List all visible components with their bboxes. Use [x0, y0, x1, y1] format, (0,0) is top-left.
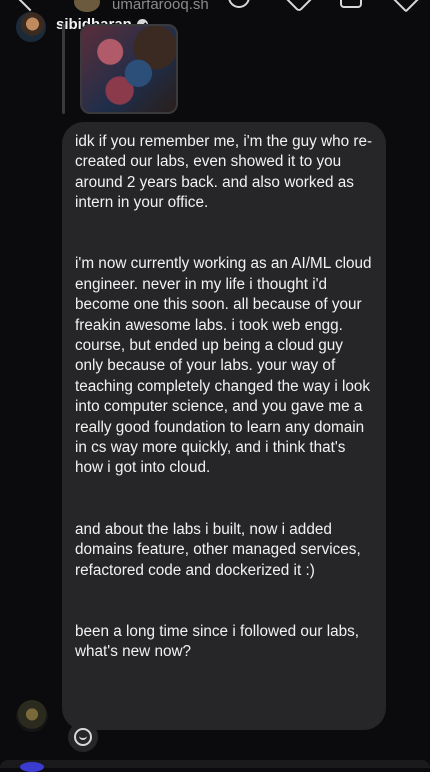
avatar[interactable] [16, 12, 46, 42]
message-paragraph: idk if you remember me, i'm the guy who … [75, 133, 373, 212]
call-icon[interactable] [228, 0, 250, 8]
info-icon[interactable] [340, 0, 362, 8]
message-paragraph: i'm now currently working as an AI/ML cl… [75, 255, 376, 477]
back-icon[interactable] [18, 0, 42, 12]
message-paragraph: been a long time since i followed our la… [75, 622, 364, 661]
message-composer[interactable] [0, 760, 430, 768]
message-bubble[interactable]: idk if you remember me, i'm the guy who … [62, 122, 386, 730]
reply-indicator [62, 24, 65, 114]
camera-icon[interactable] [20, 762, 44, 772]
sender-avatar[interactable] [16, 700, 48, 732]
video-icon[interactable] [283, 0, 315, 13]
replied-media-thumbnail[interactable] [80, 24, 178, 114]
message-paragraph: and about the labs i built, now i added … [75, 520, 365, 579]
add-reaction-button[interactable] [68, 722, 98, 752]
smile-icon [74, 728, 92, 746]
replied-avatar [74, 0, 100, 12]
replied-to-username: umarfarooq.sh [112, 0, 209, 13]
flag-icon[interactable] [390, 0, 422, 13]
